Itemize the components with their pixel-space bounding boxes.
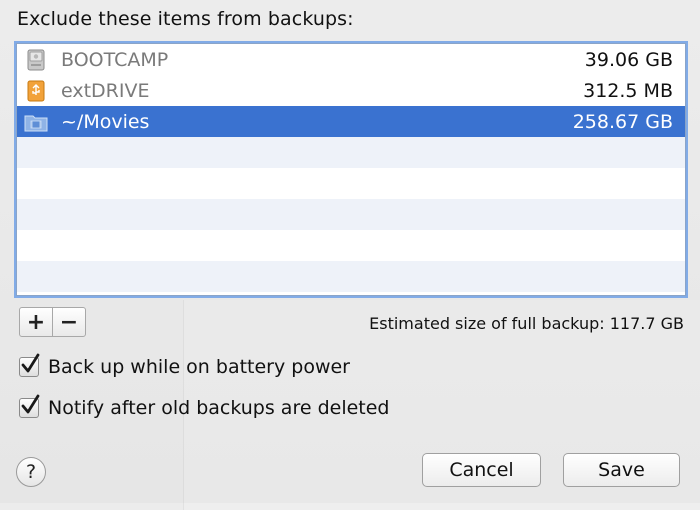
checkmark-icon xyxy=(21,394,40,414)
list-item[interactable]: BOOTCAMP 39.06 GB xyxy=(17,44,685,75)
battery-option[interactable]: Back up while on battery power xyxy=(19,353,350,378)
movies-folder-icon xyxy=(23,110,49,134)
battery-label: Back up while on battery power xyxy=(48,356,350,378)
remove-button[interactable]: − xyxy=(52,307,86,337)
empty-row xyxy=(17,261,685,292)
notify-checkbox[interactable] xyxy=(19,394,40,418)
empty-row xyxy=(17,168,685,199)
add-button[interactable]: + xyxy=(19,307,53,337)
list-item-size: 39.06 GB xyxy=(584,48,673,71)
empty-row xyxy=(17,199,685,230)
estimated-size-label: Estimated size of full backup: 117.7 GB xyxy=(369,314,684,333)
list-item-name: ~/Movies xyxy=(61,110,150,133)
empty-row xyxy=(17,292,685,295)
notify-option[interactable]: Notify after old backups are deleted xyxy=(19,394,390,419)
list-item-size: 312.5 MB xyxy=(583,79,673,102)
battery-checkbox[interactable] xyxy=(19,353,40,377)
hard-drive-icon xyxy=(23,48,49,72)
help-button[interactable]: ? xyxy=(16,457,46,487)
list-item[interactable]: extDRIVE 312.5 MB xyxy=(17,75,685,106)
exclusion-list[interactable]: BOOTCAMP 39.06 GB extDRIVE 312.5 MB ~/Mo… xyxy=(16,43,686,296)
list-item-name: BOOTCAMP xyxy=(61,48,169,71)
empty-row xyxy=(17,230,685,261)
list-item-size: 258.67 GB xyxy=(572,110,673,133)
checkmark-icon xyxy=(21,353,40,373)
usb-drive-icon xyxy=(23,79,49,103)
list-item-name: extDRIVE xyxy=(61,79,150,102)
cancel-button[interactable]: Cancel xyxy=(422,453,541,487)
list-item-selected[interactable]: ~/Movies 258.67 GB xyxy=(17,106,685,137)
save-button[interactable]: Save xyxy=(563,453,680,487)
empty-row xyxy=(17,137,685,168)
dialog-title: Exclude these items from backups: xyxy=(17,8,354,30)
notify-label: Notify after old backups are deleted xyxy=(48,397,390,419)
